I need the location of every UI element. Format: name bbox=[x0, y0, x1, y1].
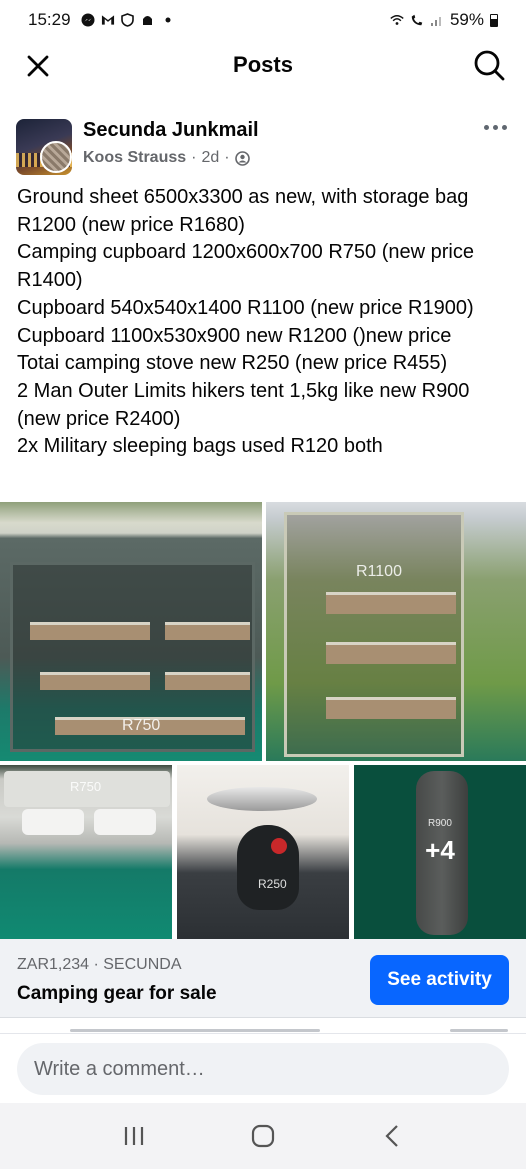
post-line: 2x Military sleeping bags used R120 both bbox=[17, 435, 383, 458]
post-line: Ground sheet 6500x3300 as new, with stor… bbox=[17, 186, 469, 236]
photo-camping-cupboard[interactable]: R750 bbox=[0, 502, 262, 761]
photo-price-label: R250 bbox=[258, 877, 287, 891]
photo-small-cupboard[interactable]: R750 bbox=[0, 765, 172, 939]
shield-icon bbox=[121, 13, 135, 27]
battery-icon bbox=[490, 13, 498, 27]
group-name[interactable]: Secunda Junkmail bbox=[83, 119, 259, 142]
messenger-icon bbox=[81, 13, 95, 27]
more-options-button[interactable] bbox=[480, 115, 510, 139]
post-meta: Koos Strauss · 2d · bbox=[83, 149, 250, 167]
wifi-icon bbox=[390, 13, 404, 27]
recent-apps-icon bbox=[125, 1127, 144, 1145]
dot-icon bbox=[161, 13, 175, 27]
signal-icon bbox=[430, 13, 444, 27]
status-bar: 15:29 59% bbox=[0, 0, 526, 40]
author-avatar[interactable] bbox=[40, 141, 72, 173]
page-title: Posts bbox=[233, 52, 293, 77]
post-line: 2 Man Outer Limits hikers tent 1,5kg lik… bbox=[17, 379, 470, 430]
see-activity-button[interactable]: See activity bbox=[370, 955, 509, 1005]
post-text: Ground sheet 6500x3300 as new, with stor… bbox=[17, 184, 517, 461]
wifi-calling-icon bbox=[410, 13, 424, 27]
search-button[interactable] bbox=[472, 48, 506, 82]
close-button[interactable] bbox=[22, 50, 54, 82]
photo-tall-cupboard[interactable]: R1100 bbox=[266, 502, 526, 761]
search-icon bbox=[474, 50, 505, 81]
status-time: 15:29 bbox=[28, 10, 71, 29]
back-icon bbox=[385, 1125, 398, 1147]
comment-input[interactable]: Write a comment… bbox=[17, 1043, 509, 1095]
post-header: Secunda Junkmail Koos Strauss · 2d · bbox=[16, 115, 510, 177]
close-icon bbox=[27, 55, 49, 77]
post-line: Totai camping stove new R250 (new price … bbox=[17, 352, 448, 375]
battery-percent: 59% bbox=[449, 10, 484, 29]
home-button[interactable] bbox=[241, 1114, 285, 1158]
home-icon bbox=[251, 1124, 275, 1148]
more-photos-count: +4 bbox=[425, 835, 455, 865]
post-line: Camping cupboard 1200x600x700 R750 (new … bbox=[17, 241, 474, 292]
back-button[interactable] bbox=[370, 1114, 414, 1158]
post-time[interactable]: 2d bbox=[201, 149, 219, 167]
photo-price-label: R750 bbox=[122, 717, 161, 734]
meta-separator: · bbox=[191, 149, 197, 166]
photo-grid: R750 R1100 R750 R250 R900 +4 bbox=[0, 502, 526, 939]
recent-apps-button[interactable] bbox=[112, 1114, 156, 1158]
more-dot-icon bbox=[501, 124, 507, 130]
more-dot-icon bbox=[492, 124, 498, 130]
photo-price-label: R750 bbox=[70, 779, 102, 794]
photo-price-label: R900 bbox=[428, 818, 452, 829]
post-line: Cupboard 540x540x1400 R1100 (new price R… bbox=[17, 296, 474, 319]
marketplace-listing[interactable]: ZAR1,234 · SECUNDA Camping gear for sale… bbox=[0, 939, 526, 1017]
reactions-peek bbox=[0, 1017, 526, 1033]
photo-price-label: R1100 bbox=[356, 563, 402, 580]
listing-title: Camping gear for sale bbox=[17, 983, 217, 1004]
system-navbar bbox=[0, 1103, 526, 1169]
photo-sleeping-bag[interactable]: R900 +4 bbox=[354, 765, 526, 939]
listing-price-location: ZAR1,234 · SECUNDA bbox=[17, 956, 182, 973]
gmail-icon bbox=[101, 13, 115, 27]
post-line: Cupboard 1100x530x900 new R1200 ()new pr… bbox=[17, 324, 452, 347]
status-right: 59% bbox=[390, 10, 498, 30]
comment-composer: Write a comment… bbox=[0, 1033, 526, 1103]
android-icon bbox=[141, 13, 155, 27]
group-audience-icon bbox=[234, 150, 250, 166]
more-dot-icon bbox=[483, 124, 489, 130]
meta-separator: · bbox=[224, 149, 230, 166]
photo-camping-stove[interactable]: R250 bbox=[177, 765, 349, 939]
top-header: Posts bbox=[0, 40, 526, 90]
status-left: 15:29 bbox=[28, 10, 175, 30]
author-name[interactable]: Koos Strauss bbox=[83, 149, 186, 167]
